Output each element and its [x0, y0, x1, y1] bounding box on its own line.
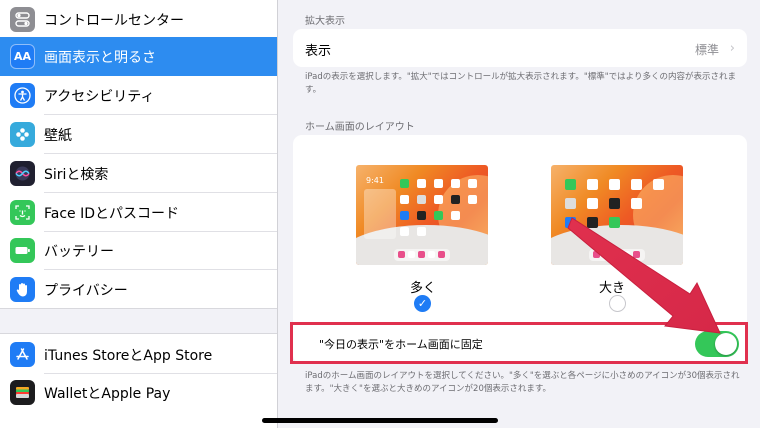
home-indicator	[262, 418, 498, 423]
annotation-arrow-icon	[567, 217, 721, 334]
